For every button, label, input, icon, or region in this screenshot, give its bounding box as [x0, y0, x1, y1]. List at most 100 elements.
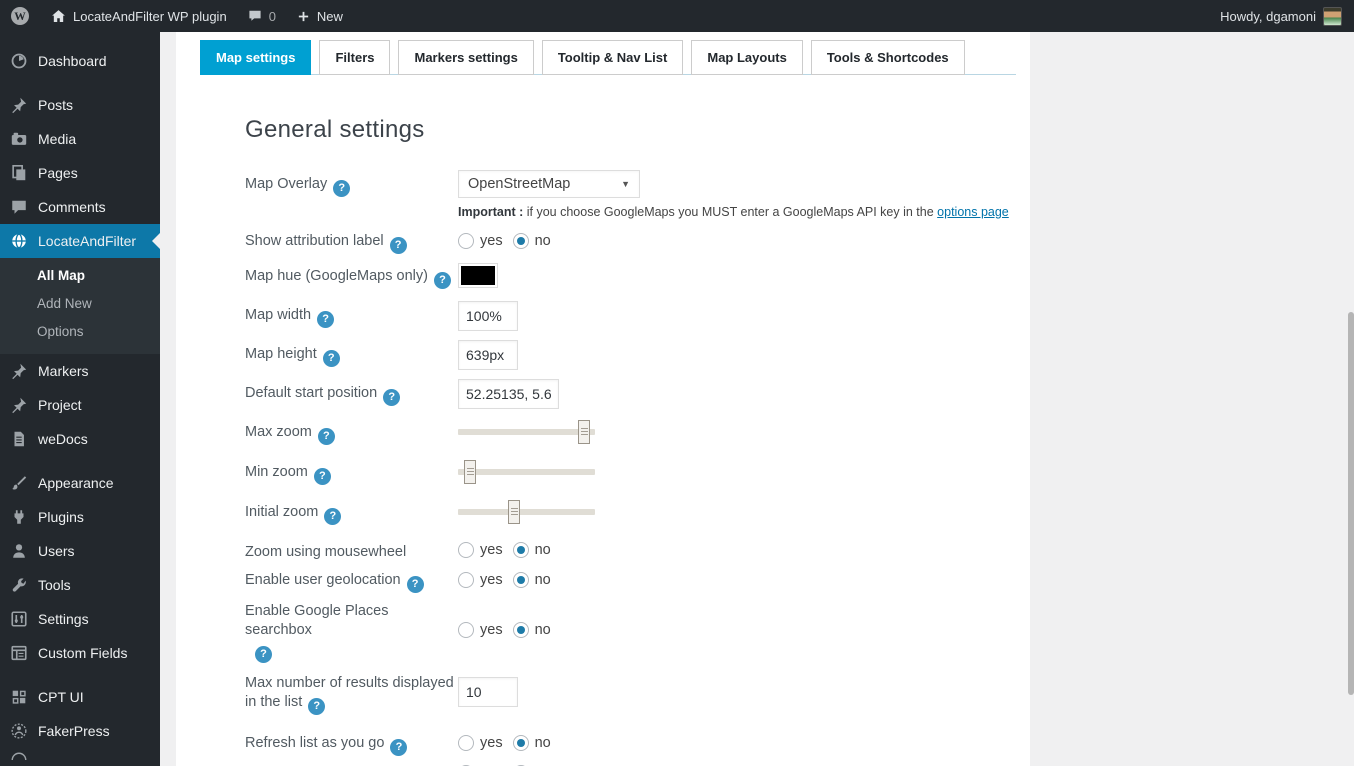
submenu-item-all-map[interactable]: All Map: [0, 262, 160, 290]
help-icon[interactable]: ?: [255, 646, 272, 663]
map-width-input[interactable]: [458, 301, 518, 331]
radio-yes-label: yes: [480, 233, 503, 249]
help-icon[interactable]: ?: [323, 350, 340, 367]
radio-no[interactable]: [513, 622, 529, 638]
attribution-radio-group: yes no: [458, 230, 561, 252]
new-menu[interactable]: New: [286, 0, 353, 32]
sidebar-item-label: Comments: [38, 199, 106, 215]
wrench-icon: [10, 576, 28, 594]
help-icon[interactable]: ?: [434, 272, 451, 289]
radio-yes[interactable]: [458, 735, 474, 751]
sidebar-item-users[interactable]: Users: [0, 534, 160, 568]
help-icon[interactable]: ?: [324, 508, 341, 525]
help-icon[interactable]: ?: [390, 237, 407, 254]
slider-handle[interactable]: [578, 420, 590, 444]
radio-no[interactable]: [513, 735, 529, 751]
sidebar-item-wedocs[interactable]: weDocs: [0, 422, 160, 456]
slider-track[interactable]: [458, 429, 595, 435]
sidebar-item-markers[interactable]: Markers: [0, 354, 160, 388]
radio-yes[interactable]: [458, 622, 474, 638]
radio-yes[interactable]: [458, 542, 474, 558]
sidebar-item-posts[interactable]: Posts: [0, 88, 160, 122]
field-label: Max zoom: [245, 424, 312, 440]
sidebar-item-comments[interactable]: Comments: [0, 190, 160, 224]
help-icon[interactable]: ?: [383, 389, 400, 406]
options-page-link[interactable]: options page: [937, 205, 1009, 219]
sidebar-item-appearance[interactable]: Appearance: [0, 466, 160, 500]
help-icon[interactable]: ?: [390, 739, 407, 756]
wordpress-logo[interactable]: W: [0, 0, 40, 32]
submenu-item-options[interactable]: Options: [0, 318, 160, 346]
main-content-panel: Map settings Filters Markers settings To…: [176, 32, 1030, 766]
settings-tab-bar: Map settings Filters Markers settings To…: [200, 40, 1016, 75]
radio-no[interactable]: [513, 233, 529, 249]
form-row-max-zoom: Max zoom?: [245, 418, 1030, 445]
initial-zoom-slider[interactable]: [458, 499, 595, 525]
sidebar-item-pages[interactable]: Pages: [0, 156, 160, 190]
comments-menu[interactable]: 0: [237, 0, 286, 32]
form-row-map-overlay: Map Overlay? OpenStreetMap ▼ Important :…: [245, 170, 1030, 219]
sidebar-item-label: Users: [38, 543, 75, 559]
form-row-places-searchbox: Enable Google Places searchbox ? yes no: [245, 597, 1030, 663]
sidebar-item-dashboard[interactable]: Dashboard: [0, 44, 160, 78]
map-overlay-select[interactable]: OpenStreetMap ▼: [458, 170, 640, 198]
sidebar-item-cpt-ui[interactable]: CPT UI: [0, 680, 160, 714]
sidebar-item-label: Posts: [38, 97, 73, 113]
help-icon[interactable]: ?: [333, 180, 350, 197]
sidebar-item-locateandfilter[interactable]: LocateAndFilter: [0, 224, 160, 258]
radio-yes[interactable]: [458, 572, 474, 588]
map-height-input[interactable]: [458, 340, 518, 370]
start-position-input[interactable]: [458, 379, 559, 409]
slider-grip: [511, 511, 518, 512]
sidebar-item-label: weDocs: [38, 431, 88, 447]
slider-handle[interactable]: [508, 500, 520, 524]
slider-track[interactable]: [458, 469, 595, 475]
sidebar-item-label: LocateAndFilter: [38, 233, 136, 249]
max-zoom-slider[interactable]: [458, 419, 595, 445]
site-name-menu[interactable]: LocateAndFilter WP plugin: [40, 0, 237, 32]
help-icon[interactable]: ?: [318, 428, 335, 445]
pages-icon: [10, 164, 28, 182]
map-hue-color-picker[interactable]: [458, 263, 498, 288]
min-zoom-slider[interactable]: [458, 459, 595, 485]
scrollbar-thumb[interactable]: [1348, 312, 1354, 695]
pin-icon: [10, 396, 28, 414]
howdy-text: Howdy, dgamoni: [1220, 9, 1316, 24]
field-label: Max number of results displayed in the l…: [245, 675, 454, 710]
help-icon[interactable]: ?: [407, 576, 424, 593]
note-important-label: Important :: [458, 205, 523, 219]
caret-down-icon: ▼: [621, 179, 630, 189]
sidebar-item-plugins[interactable]: Plugins: [0, 500, 160, 534]
sidebar-item-project[interactable]: Project: [0, 388, 160, 422]
tab-map-settings[interactable]: Map settings: [200, 40, 311, 75]
radio-no[interactable]: [513, 572, 529, 588]
form-row-min-zoom: Min zoom?: [245, 458, 1030, 485]
camera-icon: [10, 130, 28, 148]
help-icon[interactable]: ?: [308, 698, 325, 715]
slider-handle[interactable]: [464, 460, 476, 484]
sidebar-item-fakerpress[interactable]: FakerPress: [0, 714, 160, 748]
slider-track[interactable]: [458, 509, 595, 515]
tab-filters[interactable]: Filters: [319, 40, 390, 75]
radio-no-label: no: [535, 622, 551, 638]
account-menu[interactable]: Howdy, dgamoni: [1220, 7, 1354, 26]
submenu-item-add-new[interactable]: Add New: [0, 290, 160, 318]
help-icon[interactable]: ?: [317, 311, 334, 328]
field-label: Map width: [245, 307, 311, 323]
tab-tools-shortcodes[interactable]: Tools & Shortcodes: [811, 40, 965, 75]
tab-tooltip-nav-list[interactable]: Tooltip & Nav List: [542, 40, 684, 75]
radio-yes[interactable]: [458, 233, 474, 249]
sidebar-item-settings[interactable]: Settings: [0, 602, 160, 636]
sidebar-item-tools[interactable]: Tools: [0, 568, 160, 602]
tab-map-layouts[interactable]: Map Layouts: [691, 40, 802, 75]
radio-no-label: no: [535, 572, 551, 588]
max-results-input[interactable]: [458, 677, 518, 707]
sidebar-item-media[interactable]: Media: [0, 122, 160, 156]
sidebar-item-custom-fields[interactable]: Custom Fields: [0, 636, 160, 670]
tab-markers-settings[interactable]: Markers settings: [398, 40, 533, 75]
slider-grip: [581, 431, 588, 432]
radio-no[interactable]: [513, 542, 529, 558]
geolocation-radio-group: yes no: [458, 569, 561, 591]
help-icon[interactable]: ?: [314, 468, 331, 485]
radio-yes-label: yes: [480, 622, 503, 638]
